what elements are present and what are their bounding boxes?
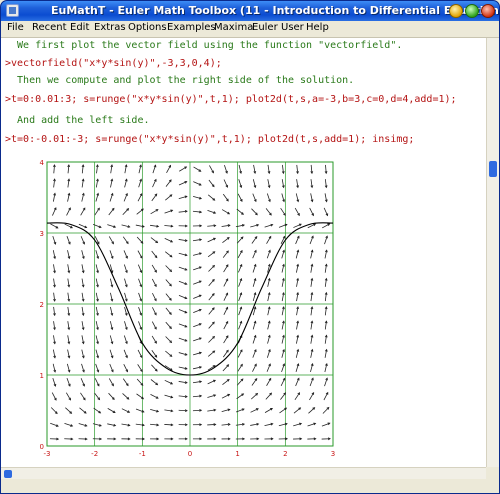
menu-euler[interactable]: Euler: [252, 22, 278, 33]
comment-line: We first plot the vector field using the…: [5, 40, 403, 51]
app-window: EuMathT - Euler Math Toolbox (11 - Intro…: [0, 0, 500, 494]
menu-maxima[interactable]: Maxima: [214, 22, 253, 33]
comment-line: And add the left side.: [5, 115, 150, 126]
x-tick-label: -3: [44, 450, 51, 458]
y-tick-label: 4: [40, 159, 45, 167]
minimize-button[interactable]: [449, 4, 463, 18]
x-tick-label: -1: [139, 450, 146, 458]
x-tick-label: 2: [283, 450, 287, 458]
menu-options[interactable]: Options: [128, 22, 167, 33]
menu-extras[interactable]: Extras: [94, 22, 126, 33]
window-title: EuMathT - Euler Math Toolbox (11 - Intro…: [51, 4, 500, 17]
comment-line: Then we compute and plot the right side …: [5, 75, 355, 86]
app-icon[interactable]: [6, 4, 19, 17]
menu-edit[interactable]: Edit: [70, 22, 89, 33]
y-tick-label: 2: [40, 301, 44, 309]
x-tick-label: 1: [235, 450, 239, 458]
x-tick-label: 0: [188, 450, 192, 458]
horizontal-scroll-thumb[interactable]: [4, 470, 12, 478]
x-tick-label: 3: [331, 450, 335, 458]
vector-field-plot: -3 -2 -1 0 1 2 3 0 1 2 3 4: [40, 159, 336, 458]
command-line[interactable]: >vectorfield("x*y*sin(y)",-3,3,0,4);: [5, 58, 222, 69]
vertical-scroll-thumb[interactable]: [489, 161, 497, 177]
menu-help[interactable]: Help: [306, 22, 329, 33]
scroll-corner: [486, 467, 499, 479]
x-tick-label: -2: [91, 450, 98, 458]
menu-examples[interactable]: Examples: [167, 22, 216, 33]
maximize-button[interactable]: [465, 4, 479, 18]
y-tick-label: 1: [40, 372, 44, 380]
command-line[interactable]: >t=0:-0.01:-3; s=runge("x*y*sin(y)",t,1)…: [5, 134, 414, 145]
notebook-area[interactable]: We first plot the vector field using the…: [1, 38, 486, 467]
title-bar[interactable]: EuMathT - Euler Math Toolbox (11 - Intro…: [1, 1, 499, 21]
vertical-scrollbar[interactable]: [486, 38, 499, 467]
menu-recent[interactable]: Recent: [32, 22, 67, 33]
close-button[interactable]: [481, 4, 495, 18]
command-line[interactable]: >t=0:0.01:3; s=runge("x*y*sin(y)",t,1); …: [5, 94, 457, 105]
menu-file[interactable]: File: [7, 22, 24, 33]
menu-user[interactable]: User: [281, 22, 304, 33]
menu-bar: File Recent Edit Extras Options Examples…: [1, 21, 499, 38]
y-tick-label: 3: [40, 230, 44, 238]
status-bar: [1, 479, 499, 493]
y-tick-label: 0: [40, 443, 44, 451]
